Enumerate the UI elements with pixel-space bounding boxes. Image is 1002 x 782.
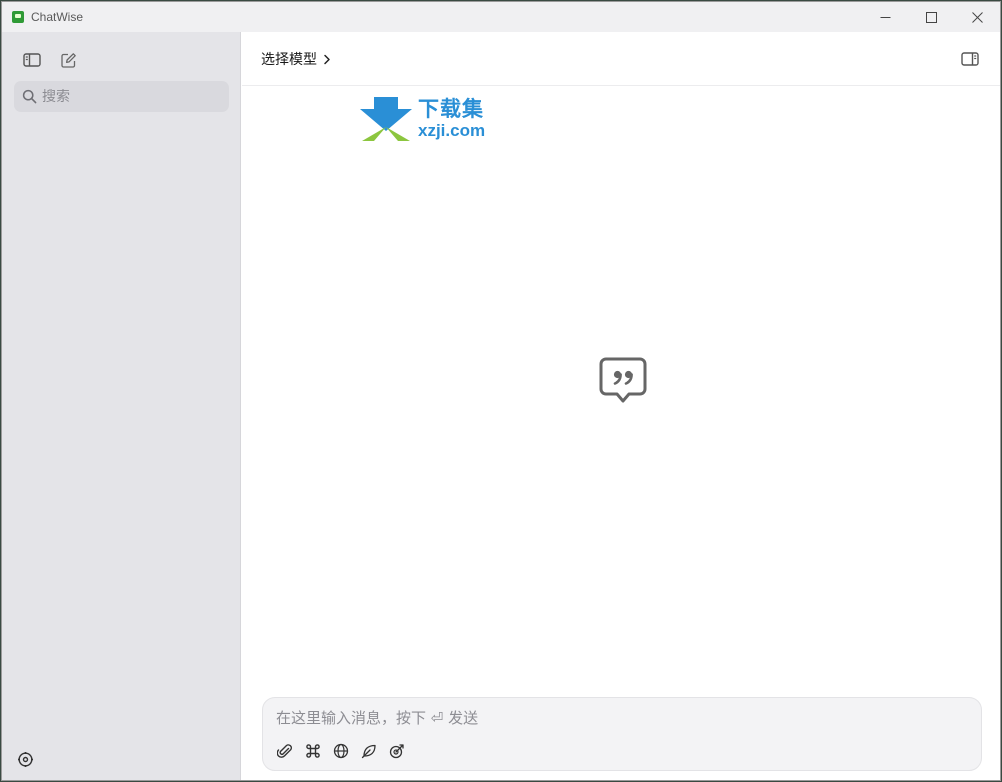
- watermark: 下载集 xzji.com: [360, 97, 485, 141]
- title-bar[interactable]: ChatWise: [2, 2, 1000, 32]
- right-panel-icon: [961, 52, 979, 66]
- close-button[interactable]: [954, 2, 1000, 32]
- settings-button[interactable]: [15, 749, 35, 769]
- settings-icon: [17, 751, 33, 767]
- search-input[interactable]: [42, 88, 212, 105]
- watermark-logo-icon: [360, 97, 412, 141]
- maximize-button[interactable]: [908, 2, 954, 32]
- message-composer: [262, 697, 982, 771]
- sidebar-toggle-icon: [23, 53, 41, 67]
- minimize-icon: [880, 16, 890, 18]
- web-search-icon: [333, 743, 349, 759]
- tool-icon: [389, 744, 404, 759]
- minimize-button[interactable]: [862, 2, 908, 32]
- app-logo-icon: [12, 11, 24, 23]
- leaf-button[interactable]: [359, 741, 379, 761]
- toggle-sidebar-button[interactable]: [22, 50, 42, 70]
- chevron-right-icon: [324, 54, 330, 64]
- chat-header: 选择模型: [242, 32, 1000, 86]
- search-icon: [22, 89, 37, 104]
- app-window: ChatWise 搜索 选择模型 下载集 xzji.com 在这里输入消息，按下…: [1, 1, 1001, 781]
- attachment-icon: [277, 744, 292, 758]
- web-search-button[interactable]: [331, 741, 351, 761]
- window-controls: [862, 2, 1000, 32]
- leaf-icon: [361, 744, 376, 759]
- watermark-url: xzji.com: [418, 121, 486, 140]
- composer-toolbar: [275, 741, 407, 761]
- toggle-right-panel-button[interactable]: [960, 49, 980, 69]
- chat-area: 选择模型 下载集 xzji.com 在这里输入消息，按下 ⏎ 发送: [242, 32, 1000, 780]
- model-selector[interactable]: 选择模型: [261, 49, 331, 69]
- search-box[interactable]: [14, 81, 229, 112]
- new-chat-icon: [60, 52, 76, 68]
- command-icon: [306, 744, 320, 758]
- attach-button[interactable]: [275, 741, 295, 761]
- sidebar: [2, 32, 241, 780]
- model-selector-label: 选择模型: [261, 52, 317, 68]
- window-title: ChatWise: [31, 10, 84, 24]
- tools-button[interactable]: [387, 741, 407, 761]
- watermark-title: 下载集: [418, 97, 484, 121]
- close-icon: [971, 11, 983, 23]
- command-button[interactable]: [303, 741, 323, 761]
- sidebar-toolbar: [22, 50, 78, 70]
- maximize-icon: [925, 11, 937, 23]
- message-input[interactable]: [276, 707, 966, 731]
- quote-bubble-icon: [599, 357, 647, 403]
- new-chat-button[interactable]: [58, 50, 78, 70]
